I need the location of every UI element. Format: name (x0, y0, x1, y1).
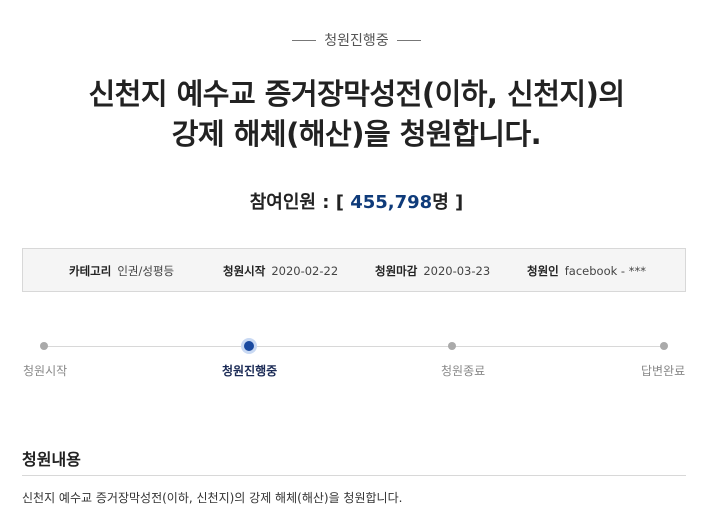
title-line-1: 신천지 예수교 증거장막성전(이하, 신천지)의 (88, 77, 625, 111)
step-dot-closed (448, 342, 456, 350)
status-label: 청원진행중 (324, 33, 389, 49)
step-label-answered: 답변완료 (641, 364, 686, 378)
end-label: 청원마감 (375, 264, 418, 278)
start-value: 2020-02-22 (271, 264, 339, 278)
petition-info-box: 카테고리 인권/성평등 청원시작 2020-02-22 청원마감 2020-03-23… (22, 248, 686, 292)
content-body: 신천지 예수교 증거장막성전(이하, 신천지)의 강제 해체(해산)을 청원합니… (22, 491, 403, 505)
info-start: 청원시작 2020-02-22 (223, 263, 338, 279)
petition-title: 신천지 예수교 증거장막성전(이하, 신천지)의 강제 해체(해산)을 청원합니… (0, 74, 713, 154)
step-label-in-progress: 청원진행중 (222, 364, 278, 378)
count-value: 455,798 (350, 192, 433, 213)
start-label: 청원시작 (223, 264, 266, 278)
content-divider (22, 475, 686, 476)
step-dot-start (40, 342, 48, 350)
step-label-closed: 청원종료 (441, 364, 486, 378)
step-dot-answered (660, 342, 668, 350)
divider-right (396, 39, 421, 41)
content-heading: 청원내용 (22, 450, 81, 469)
author-value: facebook - *** (564, 264, 646, 278)
count-close: ] (448, 192, 464, 213)
status-header: 청원진행중 (0, 30, 713, 50)
count-unit: 명 (432, 192, 449, 213)
category-label: 카테고리 (69, 264, 112, 278)
step-dot-in-progress (244, 341, 254, 351)
step-label-start: 청원시작 (23, 364, 68, 378)
participant-count: 참여인원 : [ 455,798명 ] (0, 188, 713, 214)
end-value: 2020-03-23 (423, 264, 491, 278)
author-label: 청원인 (527, 264, 559, 278)
progress-track (44, 346, 664, 347)
info-end: 청원마감 2020-03-23 (375, 263, 490, 279)
category-value: 인권/성평등 (117, 264, 175, 278)
title-line-2: 강제 해체(해산)을 청원합니다. (171, 117, 542, 151)
info-author: 청원인 facebook - *** (527, 263, 646, 279)
info-category: 카테고리 인권/성평등 (69, 263, 174, 279)
count-label: 참여인원 : [ (249, 192, 351, 213)
divider-left (292, 39, 317, 41)
